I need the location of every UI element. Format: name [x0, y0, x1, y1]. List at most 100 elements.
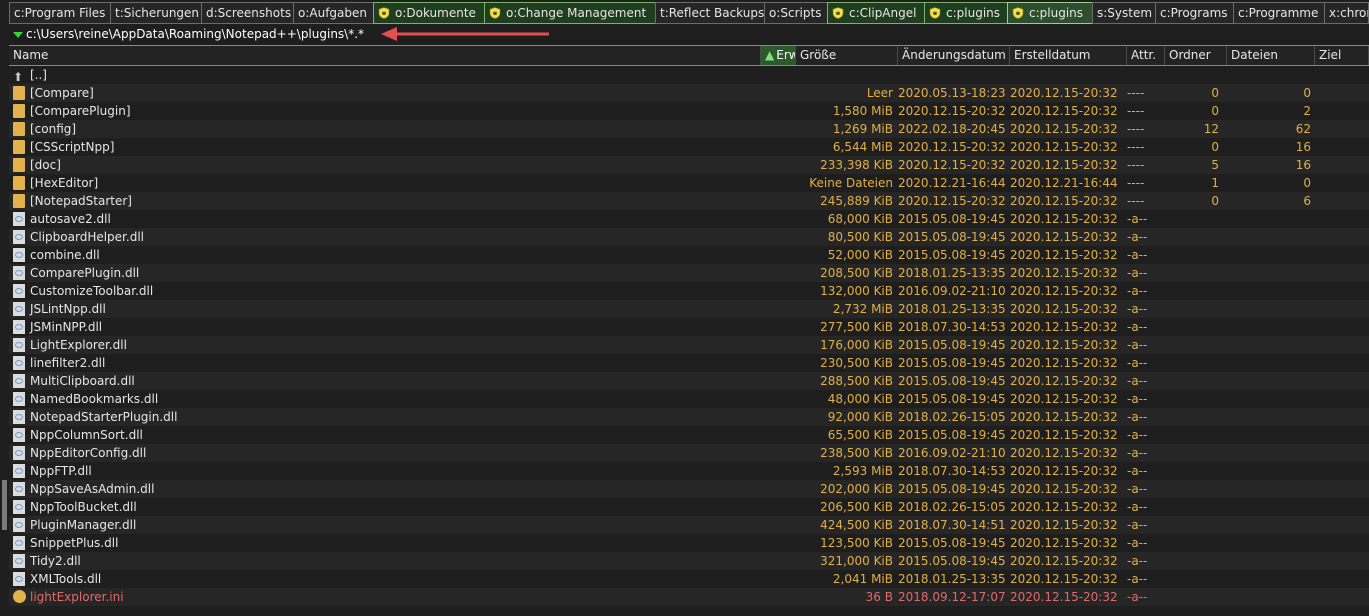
modified-date: 2015.05.08-19:45 — [898, 248, 1006, 262]
tab-label: t:Reflect Backups — [660, 6, 765, 20]
column-header-created[interactable]: Erstelldatum — [1010, 46, 1127, 65]
attributes: ---- — [1127, 176, 1145, 190]
column-header-files[interactable]: Dateien — [1227, 46, 1315, 65]
file-name: NppSaveAsAdmin.dll — [30, 482, 155, 496]
file-name: linefilter2.dll — [30, 356, 106, 370]
modified-date: 2015.05.08-19:45 — [898, 338, 1006, 352]
file-row[interactable]: CustomizeToolbar.dll 132,000 KiB 2016.09.0… — [9, 282, 1369, 300]
column-header-attributes[interactable]: Attr. — [1127, 46, 1165, 65]
tab-6[interactable]: t:Reflect Backups — [655, 2, 765, 24]
file-size: 6,544 MiB — [832, 140, 893, 154]
dll-file-icon — [13, 356, 25, 370]
modified-date: 2015.05.08-19:45 — [898, 212, 1006, 226]
tab-7[interactable]: o:Scripts — [764, 2, 828, 24]
column-header-name[interactable]: Name — [9, 46, 761, 65]
dll-file-icon — [13, 482, 25, 496]
column-header-target[interactable]: Ziel — [1315, 46, 1369, 65]
modified-date: 2015.05.08-19:45 — [898, 356, 1006, 370]
tab-13[interactable]: c:Programme — [1233, 2, 1325, 24]
file-row[interactable]: Tidy2.dll 321,000 KiB 2015.05.08-19:45 2020… — [9, 552, 1369, 570]
tab-2[interactable]: d:Screenshots — [201, 2, 294, 24]
file-row[interactable]: NppSaveAsAdmin.dll 202,000 KiB 2015.05.08-… — [9, 480, 1369, 498]
file-row[interactable]: ClipboardHelper.dll 80,500 KiB 2015.05.08-… — [9, 228, 1369, 246]
folder-row[interactable]: [config] 1,269 MiB 2022.02.18-20:45 2020.12… — [9, 120, 1369, 138]
file-row[interactable]: NppFTP.dll 2,593 MiB 2018.07.30-14:53 2020.… — [9, 462, 1369, 480]
column-header-modified[interactable]: Änderungsdatum — [898, 46, 1010, 65]
tab-9[interactable]: c:plugins — [924, 2, 1008, 24]
attributes: -a-- — [1127, 428, 1148, 442]
attributes: -a-- — [1127, 518, 1148, 532]
attributes: -a-- — [1127, 284, 1148, 298]
tab-11[interactable]: s:System — [1092, 2, 1156, 24]
file-row[interactable]: NppEditorConfig.dll 238,500 KiB 2016.09.02… — [9, 444, 1369, 462]
file-row[interactable]: MultiClipboard.dll 288,500 KiB 2015.05.08-… — [9, 372, 1369, 390]
folder-row[interactable]: [CSScriptNpp] 6,544 MiB 2020.12.15-20:32 20… — [9, 138, 1369, 156]
tab-10-active[interactable]: c:plugins — [1007, 2, 1093, 24]
tab-8[interactable]: c:ClipAngel — [827, 2, 925, 24]
file-count: 6 — [1303, 194, 1311, 208]
attributes: ---- — [1127, 86, 1145, 100]
attributes: -a-- — [1127, 230, 1148, 244]
file-size: 208,500 KiB — [820, 266, 893, 280]
file-row[interactable]: XMLTools.dll 2,041 MiB 2018.01.25-13:35 202… — [9, 570, 1369, 588]
dll-file-icon — [13, 554, 25, 568]
created-date: 2020.12.15-20:32 — [1010, 518, 1118, 532]
created-date: 2020.12.15-20:32 — [1010, 284, 1118, 298]
file-name: autosave2.dll — [30, 212, 111, 226]
column-header-extension[interactable]: ▲Erw — [761, 46, 796, 65]
file-row[interactable]: JSLintNpp.dll 2,732 MiB 2018.01.25-13:35 20… — [9, 300, 1369, 318]
file-name: NppEditorConfig.dll — [30, 446, 147, 460]
modified-date: 2015.05.08-19:45 — [898, 392, 1006, 406]
file-row[interactable]: NppToolBucket.dll 206,500 KiB 2018.02.26-1… — [9, 498, 1369, 516]
folder-row[interactable]: [Compare] Leer 2020.05.13-18:23 2020.12.15-… — [9, 84, 1369, 102]
tab-label: x:chron — [1329, 6, 1368, 20]
folder-row[interactable]: [NotepadStarter] 245,889 KiB 2020.12.15-20… — [9, 192, 1369, 210]
lock-shield-icon — [1012, 7, 1024, 19]
file-row[interactable]: PluginManager.dll 424,500 KiB 2018.07.30-1… — [9, 516, 1369, 534]
current-path[interactable]: c:\Users\reine\AppData\Roaming\Notepad++… — [26, 27, 364, 41]
file-row[interactable]: JSMinNPP.dll 277,500 KiB 2018.07.30-14:53 2… — [9, 318, 1369, 336]
folder-row[interactable]: [ComparePlugin] 1,580 MiB 2020.12.15-20:32… — [9, 102, 1369, 120]
file-size: 36 B — [865, 590, 893, 604]
history-dropdown-icon[interactable] — [13, 32, 23, 38]
file-row[interactable]: NotepadStarterPlugin.dll 92,000 KiB 2018.0… — [9, 408, 1369, 426]
file-size: Leer — [866, 86, 893, 100]
tab-14[interactable]: x:chron — [1324, 2, 1369, 24]
modified-date: 2015.05.08-19:45 — [898, 536, 1006, 550]
file-row[interactable]: autosave2.dll 68,000 KiB 2015.05.08-19:45 2… — [9, 210, 1369, 228]
path-bar[interactable]: c:\Users\reine\AppData\Roaming\Notepad++… — [9, 25, 1369, 46]
file-row[interactable]: ComparePlugin.dll 208,500 KiB 2018.01.25-1… — [9, 264, 1369, 282]
left-scrollbar-thumb[interactable] — [2, 480, 7, 530]
tab-0[interactable]: c:Program Files — [9, 2, 111, 24]
file-row[interactable]: lightExplorer.ini 36 B 2018.09.12-17:07 202… — [9, 588, 1369, 606]
folder-row[interactable]: [doc] 233,398 KiB 2020.12.15-20:32 2020.12.… — [9, 156, 1369, 174]
created-date: 2020.12.15-20:32 — [1010, 158, 1118, 172]
attributes: -a-- — [1127, 266, 1148, 280]
file-row[interactable]: NppColumnSort.dll 65,500 KiB 2015.05.08-19… — [9, 426, 1369, 444]
file-size: 132,000 KiB — [820, 284, 893, 298]
tab-1[interactable]: t:Sicherungen — [110, 2, 202, 24]
dll-file-icon — [13, 338, 25, 352]
file-row[interactable]: combine.dll 52,000 KiB 2015.05.08-19:45 202… — [9, 246, 1369, 264]
created-date: 2020.12.15-20:32 — [1010, 392, 1118, 406]
tab-12[interactable]: c:Programs — [1155, 2, 1234, 24]
column-header-size[interactable]: Größe — [796, 46, 898, 65]
dll-file-icon — [13, 302, 25, 316]
tab-5[interactable]: o:Change Management — [484, 2, 656, 24]
file-size: 1,580 MiB — [832, 104, 893, 118]
tab-3[interactable]: o:Aufgaben — [293, 2, 374, 24]
tab-4[interactable]: o:Dokumente — [373, 2, 485, 24]
tab-label: o:Change Management — [506, 6, 647, 20]
file-row[interactable]: NamedBookmarks.dll 48,000 KiB 2015.05.08-1… — [9, 390, 1369, 408]
file-row[interactable]: LightExplorer.dll 176,000 KiB 2015.05.08-1… — [9, 336, 1369, 354]
parent-dir-row[interactable]: ⬆ [..] — [9, 66, 1369, 84]
modified-date: 2015.05.08-19:45 — [898, 374, 1006, 388]
column-header-folders[interactable]: Ordner — [1165, 46, 1227, 65]
file-row[interactable]: SnippetPlus.dll 123,500 KiB 2015.05.08-19:… — [9, 534, 1369, 552]
file-row[interactable]: linefilter2.dll 230,500 KiB 2015.05.08-19:… — [9, 354, 1369, 372]
folder-row[interactable]: [HexEditor] Keine Dateien 2020.12.21-16:44… — [9, 174, 1369, 192]
file-size: 65,500 KiB — [827, 428, 893, 442]
column-header-extension-label: Erw — [776, 48, 795, 62]
file-size: 123,500 KiB — [820, 536, 893, 550]
created-date: 2020.12.15-20:32 — [1010, 212, 1118, 226]
